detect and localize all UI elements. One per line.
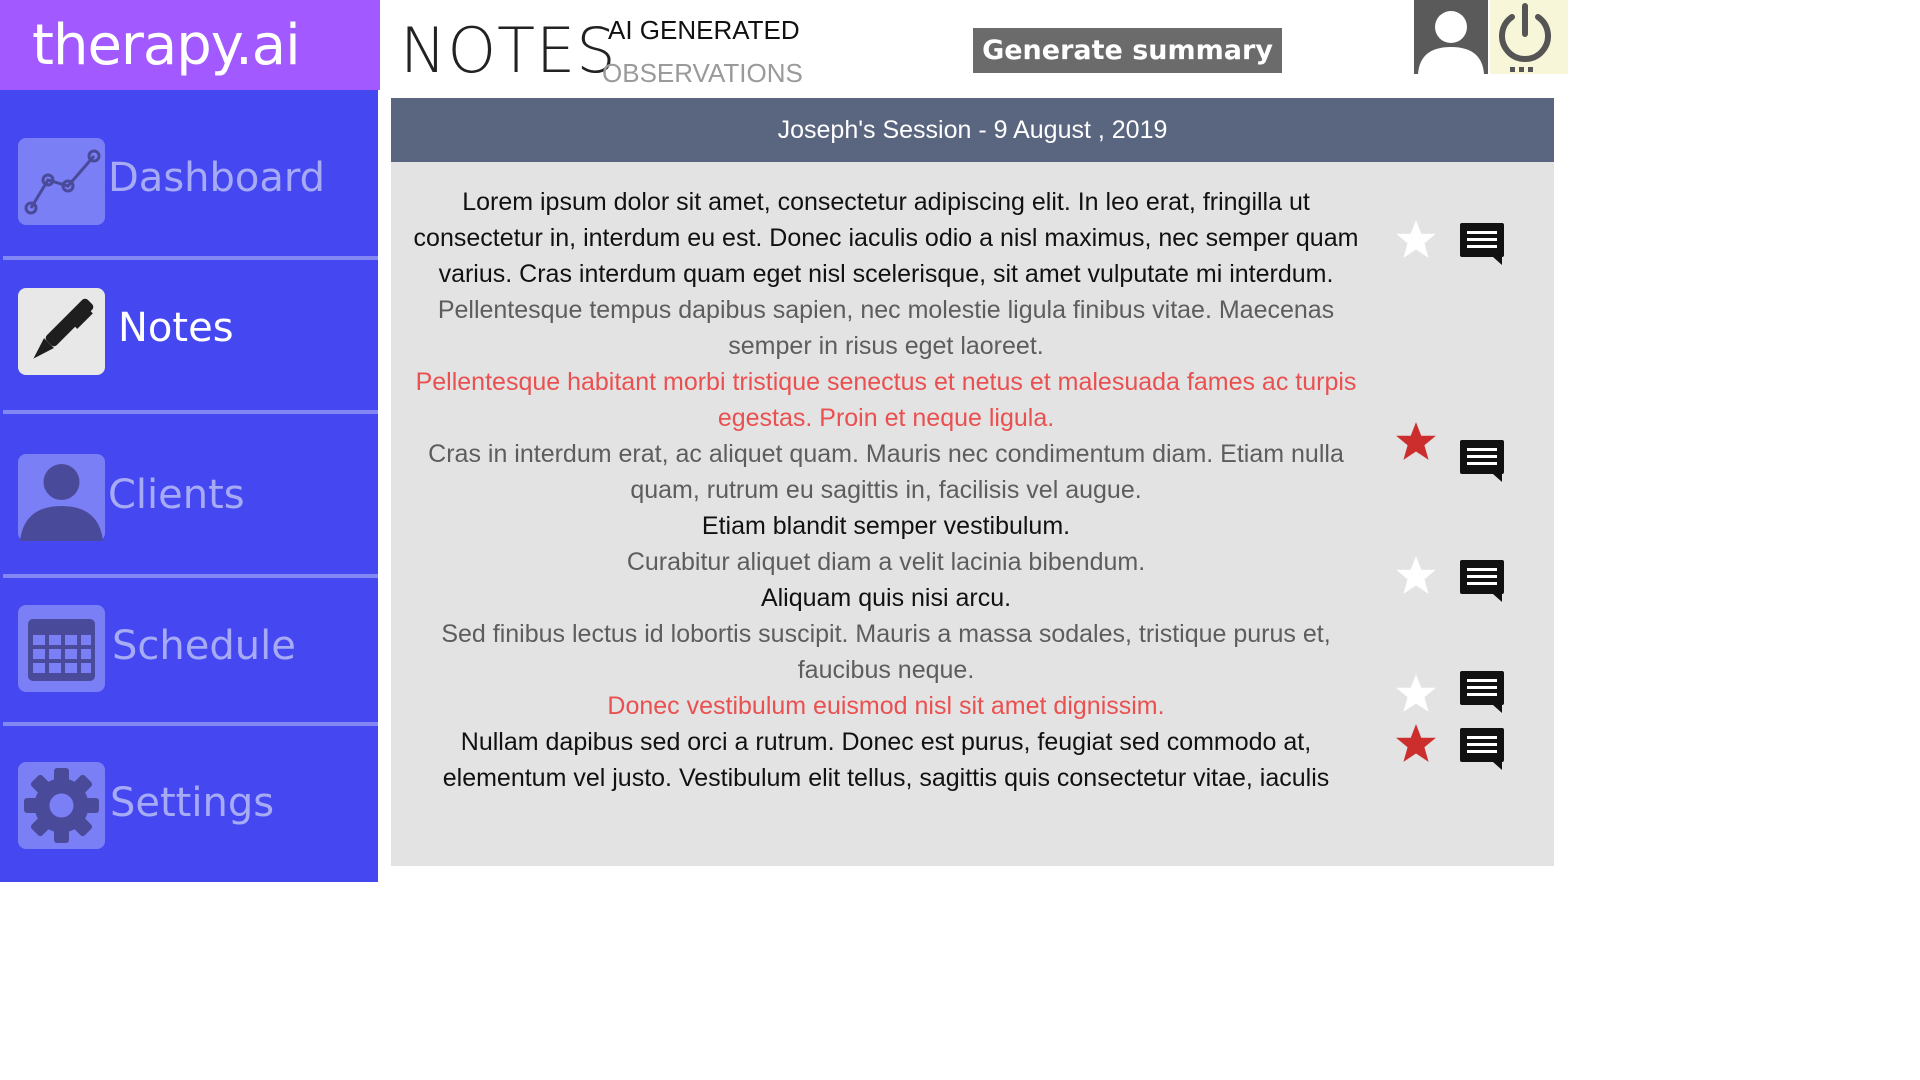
page-title: NOTES <box>400 14 617 87</box>
user-avatar-icon <box>1414 0 1488 74</box>
star-icon[interactable] <box>1395 420 1437 462</box>
session-panel: Joseph's Session - 9 August , 2019 Lorem… <box>391 98 1554 866</box>
star-icon[interactable] <box>1395 722 1437 764</box>
sidebar-item-notes[interactable]: Notes <box>0 288 378 378</box>
note-paragraph: Sed finibus lectus id lobortis suscipit.… <box>441 620 1331 684</box>
calendar-icon <box>18 605 105 692</box>
sidebar-item-label: Schedule <box>112 623 296 669</box>
sidebar-item-clients[interactable]: Clients <box>0 454 378 544</box>
star-icon[interactable] <box>1395 218 1437 260</box>
comment-icon[interactable] <box>1459 221 1505 267</box>
session-title: Joseph's Session - 9 August , 2019 <box>391 98 1554 162</box>
sidebar-divider <box>3 256 378 260</box>
comment-icon[interactable] <box>1459 438 1505 484</box>
comment-icon[interactable] <box>1459 558 1505 604</box>
power-icon <box>1499 3 1551 72</box>
chart-line-icon <box>18 138 105 225</box>
power-button[interactable] <box>1490 0 1568 74</box>
sidebar-item-dashboard[interactable]: Dashboard <box>0 138 378 228</box>
sidebar: Dashboard Notes Clients Schedule Setting… <box>0 90 378 882</box>
sidebar-item-label: Settings <box>110 780 275 826</box>
pen-icon <box>18 288 105 375</box>
session-notes: Lorem ipsum dolor sit amet, consectetur … <box>411 184 1361 796</box>
sidebar-item-label: Dashboard <box>108 155 326 201</box>
note-paragraph-highlighted: Pellentesque habitant morbi tristique se… <box>415 368 1357 432</box>
gear-icon <box>18 762 105 849</box>
star-icon[interactable] <box>1395 554 1437 596</box>
note-paragraph: Lorem ipsum dolor sit amet, consectetur … <box>413 188 1359 288</box>
user-avatar[interactable] <box>1414 0 1488 74</box>
sidebar-divider <box>3 574 378 578</box>
sidebar-item-label: Notes <box>118 305 234 351</box>
sidebar-divider <box>3 722 378 726</box>
user-icon <box>18 454 105 541</box>
note-paragraph: Pellentesque tempus dapibus sapien, nec … <box>437 296 1335 360</box>
comment-icon[interactable] <box>1459 669 1505 715</box>
sidebar-item-schedule[interactable]: Schedule <box>0 605 378 695</box>
note-paragraph: Etiam blandit semper vestibulum. <box>701 512 1071 540</box>
note-paragraph: Aliquam quis nisi arcu. <box>760 584 1012 612</box>
note-paragraph-highlighted: Donec vestibulum euismod nisl sit amet d… <box>607 692 1165 720</box>
sidebar-item-label: Clients <box>108 472 245 518</box>
brand-logo: therapy.ai <box>0 0 380 90</box>
page-subtitle-ai: AI GENERATED <box>608 15 800 45</box>
note-paragraph: Nullam dapibus sed orci a rutrum. Donec … <box>442 728 1330 792</box>
note-paragraph: Cras in interdum erat, ac aliquet quam. … <box>428 440 1344 504</box>
note-paragraph: Curabitur aliquet diam a velit lacinia b… <box>626 548 1146 576</box>
comment-icon[interactable] <box>1459 726 1505 772</box>
sidebar-divider <box>3 410 378 414</box>
generate-summary-button[interactable]: Generate summary <box>973 28 1282 73</box>
sidebar-item-settings[interactable]: Settings <box>0 762 378 852</box>
star-icon[interactable] <box>1395 672 1437 714</box>
page-subtitle-observations: OBSERVATIONS <box>602 58 803 88</box>
